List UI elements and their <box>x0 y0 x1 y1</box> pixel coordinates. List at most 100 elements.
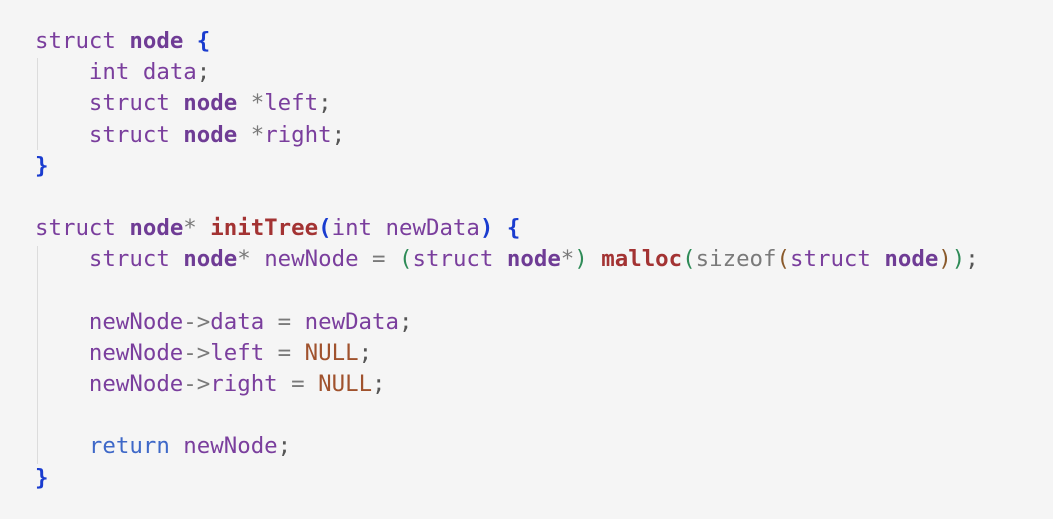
code-token: ; <box>277 433 292 460</box>
code-token: NULL <box>304 339 359 366</box>
code-line[interactable]: struct node { <box>35 26 1053 57</box>
code-token: ( <box>776 246 790 273</box>
code-token: node <box>506 246 561 273</box>
code-line[interactable]: newNode->right = NULL; <box>35 369 1053 400</box>
code-token: = <box>358 246 400 273</box>
code-token: * <box>237 246 251 273</box>
code-token: left <box>210 339 265 366</box>
code-token: -> <box>183 339 211 366</box>
code-token: ) <box>574 246 588 273</box>
indent-guide-struct <box>37 58 38 150</box>
code-token: ) <box>938 246 952 273</box>
code-token: int <box>331 215 373 242</box>
code-token: struct <box>88 246 170 273</box>
code-token: ( <box>318 215 332 242</box>
code-token: struct <box>88 121 170 148</box>
code-token: struct <box>35 215 116 242</box>
code-token: * <box>250 90 265 117</box>
code-line[interactable]: ​ <box>35 182 1053 213</box>
code-token: -> <box>183 308 211 335</box>
code-token: ( <box>682 246 696 273</box>
code-token: ; <box>399 308 413 335</box>
code-token: { <box>506 215 521 242</box>
code-token: * <box>560 246 575 273</box>
code-line[interactable]: newNode->data = newData; <box>35 307 1053 338</box>
code-token: newNode <box>264 246 359 273</box>
code-token: * <box>183 215 197 242</box>
code-token: node <box>183 90 238 117</box>
code-token: malloc <box>601 246 683 273</box>
code-token: struct <box>790 246 871 273</box>
code-token: newNode <box>88 308 184 335</box>
code-line[interactable]: int data; <box>35 57 1053 88</box>
code-line[interactable]: } <box>35 463 1053 494</box>
code-token: -> <box>183 371 211 398</box>
code-token: node <box>884 246 939 273</box>
code-line[interactable]: return newNode; <box>35 431 1053 462</box>
code-token: ; <box>318 90 332 117</box>
code-token: struct <box>35 28 116 54</box>
code-token: ; <box>331 121 346 148</box>
code-token: newNode <box>88 339 184 366</box>
indent-guide-function <box>37 246 38 464</box>
code-token: newNode <box>88 371 184 398</box>
code-line[interactable]: ​ <box>35 400 1053 431</box>
code-token: * <box>250 121 265 148</box>
code-token: NULL <box>318 371 373 398</box>
code-line[interactable]: } <box>35 151 1053 182</box>
code-token: node <box>129 215 184 242</box>
code-token: = <box>264 339 305 366</box>
code-line[interactable]: struct node *right; <box>35 120 1053 151</box>
code-token: { <box>196 28 211 54</box>
code-token: left <box>264 90 319 117</box>
code-token: ; <box>372 371 386 398</box>
code-token: newData <box>304 308 400 335</box>
code-token: struct <box>412 246 494 273</box>
code-token: ) <box>951 246 966 273</box>
code-token: initTree <box>210 215 319 242</box>
code-line[interactable]: ​ <box>35 276 1053 307</box>
code-token: = <box>264 308 305 335</box>
code-block[interactable]: struct node { int data; struct node *lef… <box>35 26 1053 494</box>
code-line[interactable]: struct node* initTree(int newData) { <box>35 213 1053 244</box>
code-line[interactable]: struct node* newNode = (struct node*) ma… <box>35 244 1053 275</box>
code-token: data <box>210 308 265 335</box>
code-token: node <box>129 28 184 54</box>
code-token: return <box>88 433 170 460</box>
code-token: struct <box>88 90 170 117</box>
code-line[interactable]: struct node *left; <box>35 88 1053 119</box>
code-token: right <box>210 371 278 398</box>
code-line[interactable]: newNode->left = NULL; <box>35 338 1053 369</box>
code-token: node <box>183 121 238 148</box>
code-token: node <box>183 246 238 273</box>
code-token: } <box>35 152 49 179</box>
code-token: newNode <box>183 433 278 460</box>
code-token: ; <box>358 339 373 366</box>
code-token: ) <box>479 215 494 242</box>
code-token: ; <box>196 59 211 86</box>
code-editor[interactable]: struct node { int data; struct node *lef… <box>0 0 1053 519</box>
code-token: = <box>277 371 319 398</box>
